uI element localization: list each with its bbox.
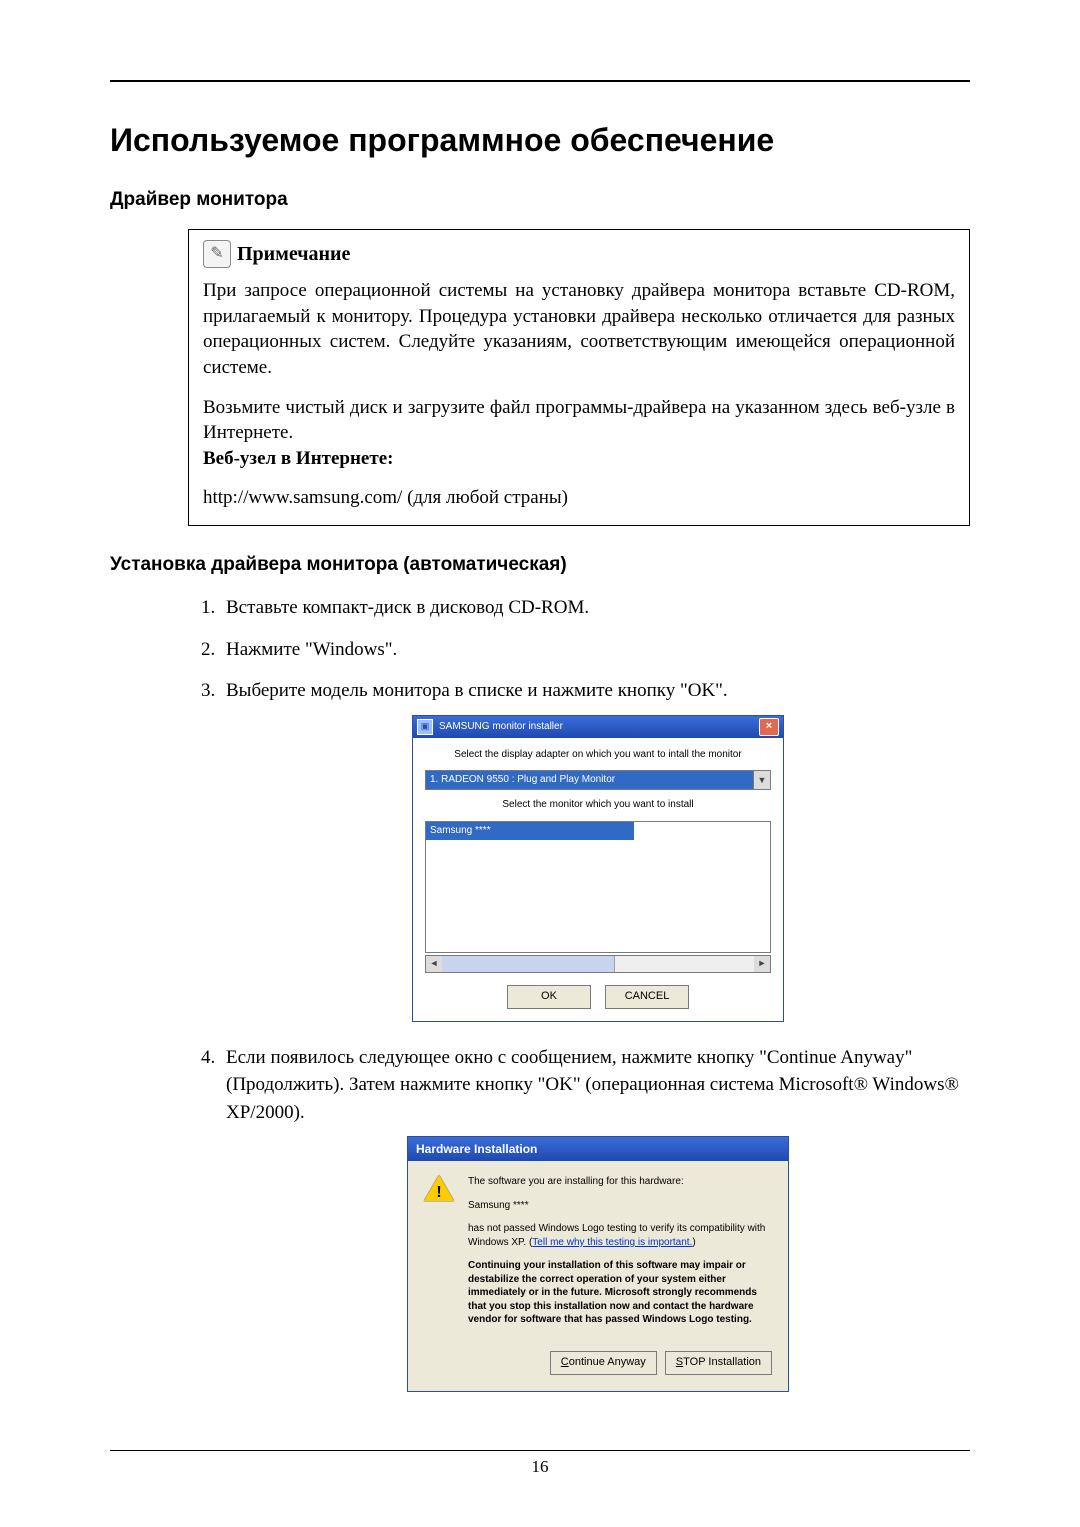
stop-installation-label: TOP Installation — [683, 1355, 761, 1371]
scroll-track[interactable] — [442, 956, 754, 972]
step-2-text: Нажмите "Windows". — [226, 639, 397, 660]
note-url: http://www.samsung.com/ (для любой стран… — [203, 485, 955, 511]
step-2: Нажмите "Windows". — [220, 636, 970, 664]
page-number: 16 — [532, 1457, 549, 1476]
hw-line3: has not passed Windows Logo testing to v… — [468, 1222, 772, 1249]
note-paragraph-2-text: Возьмите чистый диск и загрузите файл пр… — [203, 397, 955, 444]
step-4: Если появилось следующее окно с сообщени… — [220, 1044, 970, 1392]
step-4-text: Если появилось следующее окно с сообщени… — [226, 1047, 959, 1123]
continue-anyway-label: ontinue Anyway — [569, 1355, 646, 1371]
note-paragraph-1: При запросе операционной системы на уста… — [203, 278, 955, 381]
hw-line3b: ) — [692, 1237, 695, 1248]
warning-icon: ! — [424, 1175, 454, 1203]
scroll-thumb[interactable] — [442, 956, 615, 972]
installer-title-text: SAMSUNG monitor installer — [439, 720, 759, 735]
hardware-installation-dialog: Hardware Installation ! The software you… — [407, 1136, 789, 1392]
step-3-text: Выберите модель монитора в списке и нажм… — [226, 680, 728, 701]
installer-dialog: ▣ SAMSUNG monitor installer × Select the… — [412, 715, 784, 1022]
adapter-selected: 1. RADEON 9550 : Plug and Play Monitor — [426, 771, 753, 789]
top-rule — [110, 80, 970, 82]
section-driver-title: Драйвер монитора — [110, 189, 970, 211]
installer-app-icon: ▣ — [417, 719, 433, 735]
hw-line1: The software you are installing for this… — [468, 1175, 772, 1189]
page-footer: 16 — [110, 1450, 970, 1477]
step-1-text: Вставьте компакт-диск в дисковод CD-ROM. — [226, 597, 589, 618]
section-auto-title: Установка драйвера монитора (автоматичес… — [110, 554, 970, 576]
note-web-label: Веб-узел в Интернете: — [203, 448, 393, 469]
step-3: Выберите модель монитора в списке и нажм… — [220, 677, 970, 1022]
scroll-right-icon[interactable]: ► — [754, 956, 770, 972]
hw-link[interactable]: Tell me why this testing is important. — [532, 1237, 692, 1248]
horizontal-scrollbar[interactable]: ◄ ► — [425, 955, 771, 973]
adapter-combo[interactable]: 1. RADEON 9550 : Plug and Play Monitor ▼ — [425, 770, 771, 790]
monitor-item-selected[interactable]: Samsung **** — [426, 822, 634, 841]
step-1: Вставьте компакт-диск в дисковод CD-ROM. — [220, 594, 970, 622]
hw-line2: Samsung **** — [468, 1199, 772, 1213]
chevron-down-icon[interactable]: ▼ — [753, 771, 770, 789]
note-box: ✎ Примечание При запросе операционной си… — [188, 229, 970, 526]
close-icon[interactable]: × — [759, 718, 779, 736]
hw-bold-warning: Continuing your installation of this sof… — [468, 1259, 772, 1327]
installer-instruction-1: Select the display adapter on which you … — [425, 748, 771, 763]
monitor-listbox[interactable]: Samsung **** — [425, 821, 771, 953]
note-label: Примечание — [237, 241, 350, 268]
page-title: Используемое программное обеспечение — [110, 122, 970, 159]
scroll-left-icon[interactable]: ◄ — [426, 956, 442, 972]
note-icon: ✎ — [203, 240, 231, 268]
steps-list: Вставьте компакт-диск в дисковод CD-ROM.… — [110, 594, 970, 1392]
cancel-button[interactable]: CANCEL — [605, 985, 689, 1009]
continue-anyway-button[interactable]: Continue Anyway — [550, 1351, 657, 1375]
hw-title: Hardware Installation — [408, 1137, 788, 1161]
ok-button[interactable]: OK — [507, 985, 591, 1009]
note-paragraph-2: Возьмите чистый диск и загрузите файл пр… — [203, 395, 955, 472]
installer-instruction-2: Select the monitor which you want to ins… — [425, 798, 771, 813]
stop-installation-button[interactable]: STOP Installation — [665, 1351, 772, 1375]
